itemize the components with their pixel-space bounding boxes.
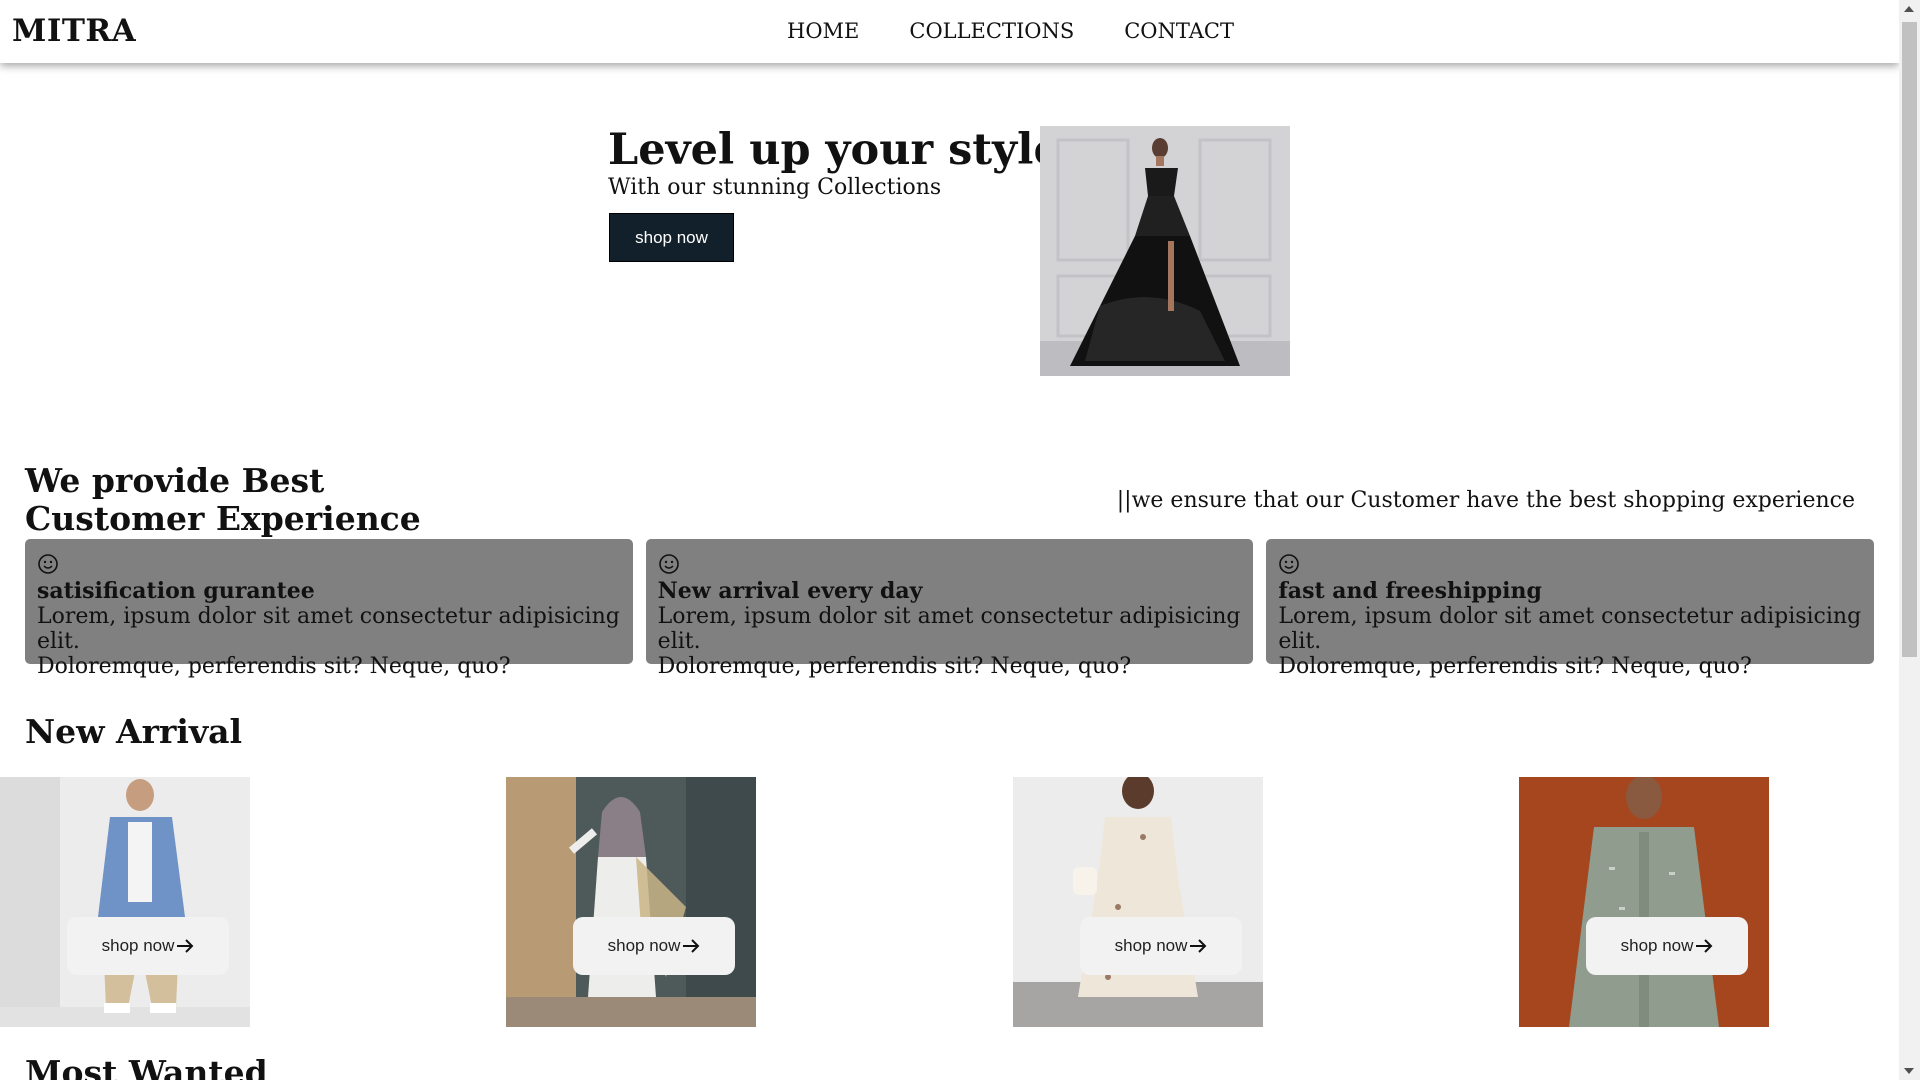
card-text: Doloremque, perferendis sit? Neque, quo? [657,654,1132,679]
smiley-icon [658,554,679,574]
card-text: Lorem, ipsum dolor sit amet consectetur … [1278,604,1862,654]
logo[interactable]: MITRA [12,13,136,49]
arrow-right-icon [1696,939,1713,953]
nav-collections-link[interactable]: COLLECTIONS [909,19,1074,43]
card-text: Lorem, ipsum dolor sit amet consectetur … [37,604,620,654]
experience-title-line2: Customer Experience [25,499,421,538]
card-text: Lorem, ipsum dolor sit amet consectetur … [657,604,1241,654]
shop-now-label: shop now [101,936,175,955]
hero-shop-now-button[interactable]: shop now [609,213,734,262]
smiley-icon [38,554,58,574]
arrow-right-icon [683,939,700,953]
product-card[interactable]: shop now [506,777,756,1027]
product-card[interactable]: shop now [1013,777,1263,1027]
nav-home-link[interactable]: HOME [787,19,859,43]
navbar: MITRA HOME COLLECTIONS CONTACT [0,0,1899,63]
nav-contact-link[interactable]: CONTACT [1124,19,1234,43]
hijab-woman-photo-icon [506,777,756,1027]
black-gown-photo-icon [1040,126,1290,376]
card-text: Doloremque, perferendis sit? Neque, quo? [1278,654,1752,679]
nav-links: HOME COLLECTIONS CONTACT [787,19,1234,43]
scroll-up-icon[interactable] [1904,6,1914,12]
product-shop-now-button[interactable]: shop now [573,917,735,975]
product-card[interactable]: shop now [1519,777,1769,1027]
hero-text: Level up your style With our stunning Co… [608,124,1061,202]
product-shop-now-button[interactable]: shop now [67,917,229,975]
shop-now-label: shop now [1620,936,1694,955]
vertical-scrollbar[interactable] [1899,0,1920,1080]
hero-title: Level up your style [608,125,1061,175]
arrow-right-icon [177,939,194,953]
new-arrival-title: New Arrival [25,712,243,751]
feature-card: satisification gurantee Lorem, ipsum dol… [25,539,633,679]
denim-shirt-man-photo-icon [0,777,250,1027]
scroll-thumb[interactable] [1902,22,1917,657]
card-title: New arrival every day [657,578,923,604]
card-title: fast and freeshipping [1278,578,1542,604]
product-card[interactable]: shop now [0,777,250,1027]
product-shop-now-button[interactable]: shop now [1080,917,1242,975]
smiley-icon [1279,554,1300,574]
card-text: Doloremque, perferendis sit? Neque, quo? [37,654,511,679]
scroll-down-icon[interactable] [1904,1068,1914,1074]
arrow-right-icon [1190,939,1207,953]
feature-cards: satisification gurantee Lorem, ipsum dol… [25,539,1875,679]
hero-subtitle: With our stunning Collections [608,175,942,200]
page-viewport: MITRA HOME COLLECTIONS CONTACT Level up … [0,0,1899,1080]
product-shop-now-button[interactable]: shop now [1586,917,1748,975]
experience-title-line1: We provide Best [25,461,325,500]
experience-tagline: ||we ensure that our Customer have the b… [1116,488,1855,513]
experience-title: We provide Best Customer Experience [25,462,421,538]
shop-now-label: shop now [1114,936,1188,955]
feature-card: fast and freeshipping Lorem, ipsum dolor… [1266,539,1875,679]
card-title: satisification gurantee [37,578,315,604]
green-kurta-man-photo-icon [1519,777,1769,1027]
shop-now-label: shop now [607,936,681,955]
floral-dress-photo-icon [1013,777,1263,1027]
hero-gown-image [1040,126,1290,376]
most-wanted-title: Most Wanted [25,1053,268,1080]
feature-card: New arrival every day Lorem, ipsum dolor… [645,539,1254,679]
